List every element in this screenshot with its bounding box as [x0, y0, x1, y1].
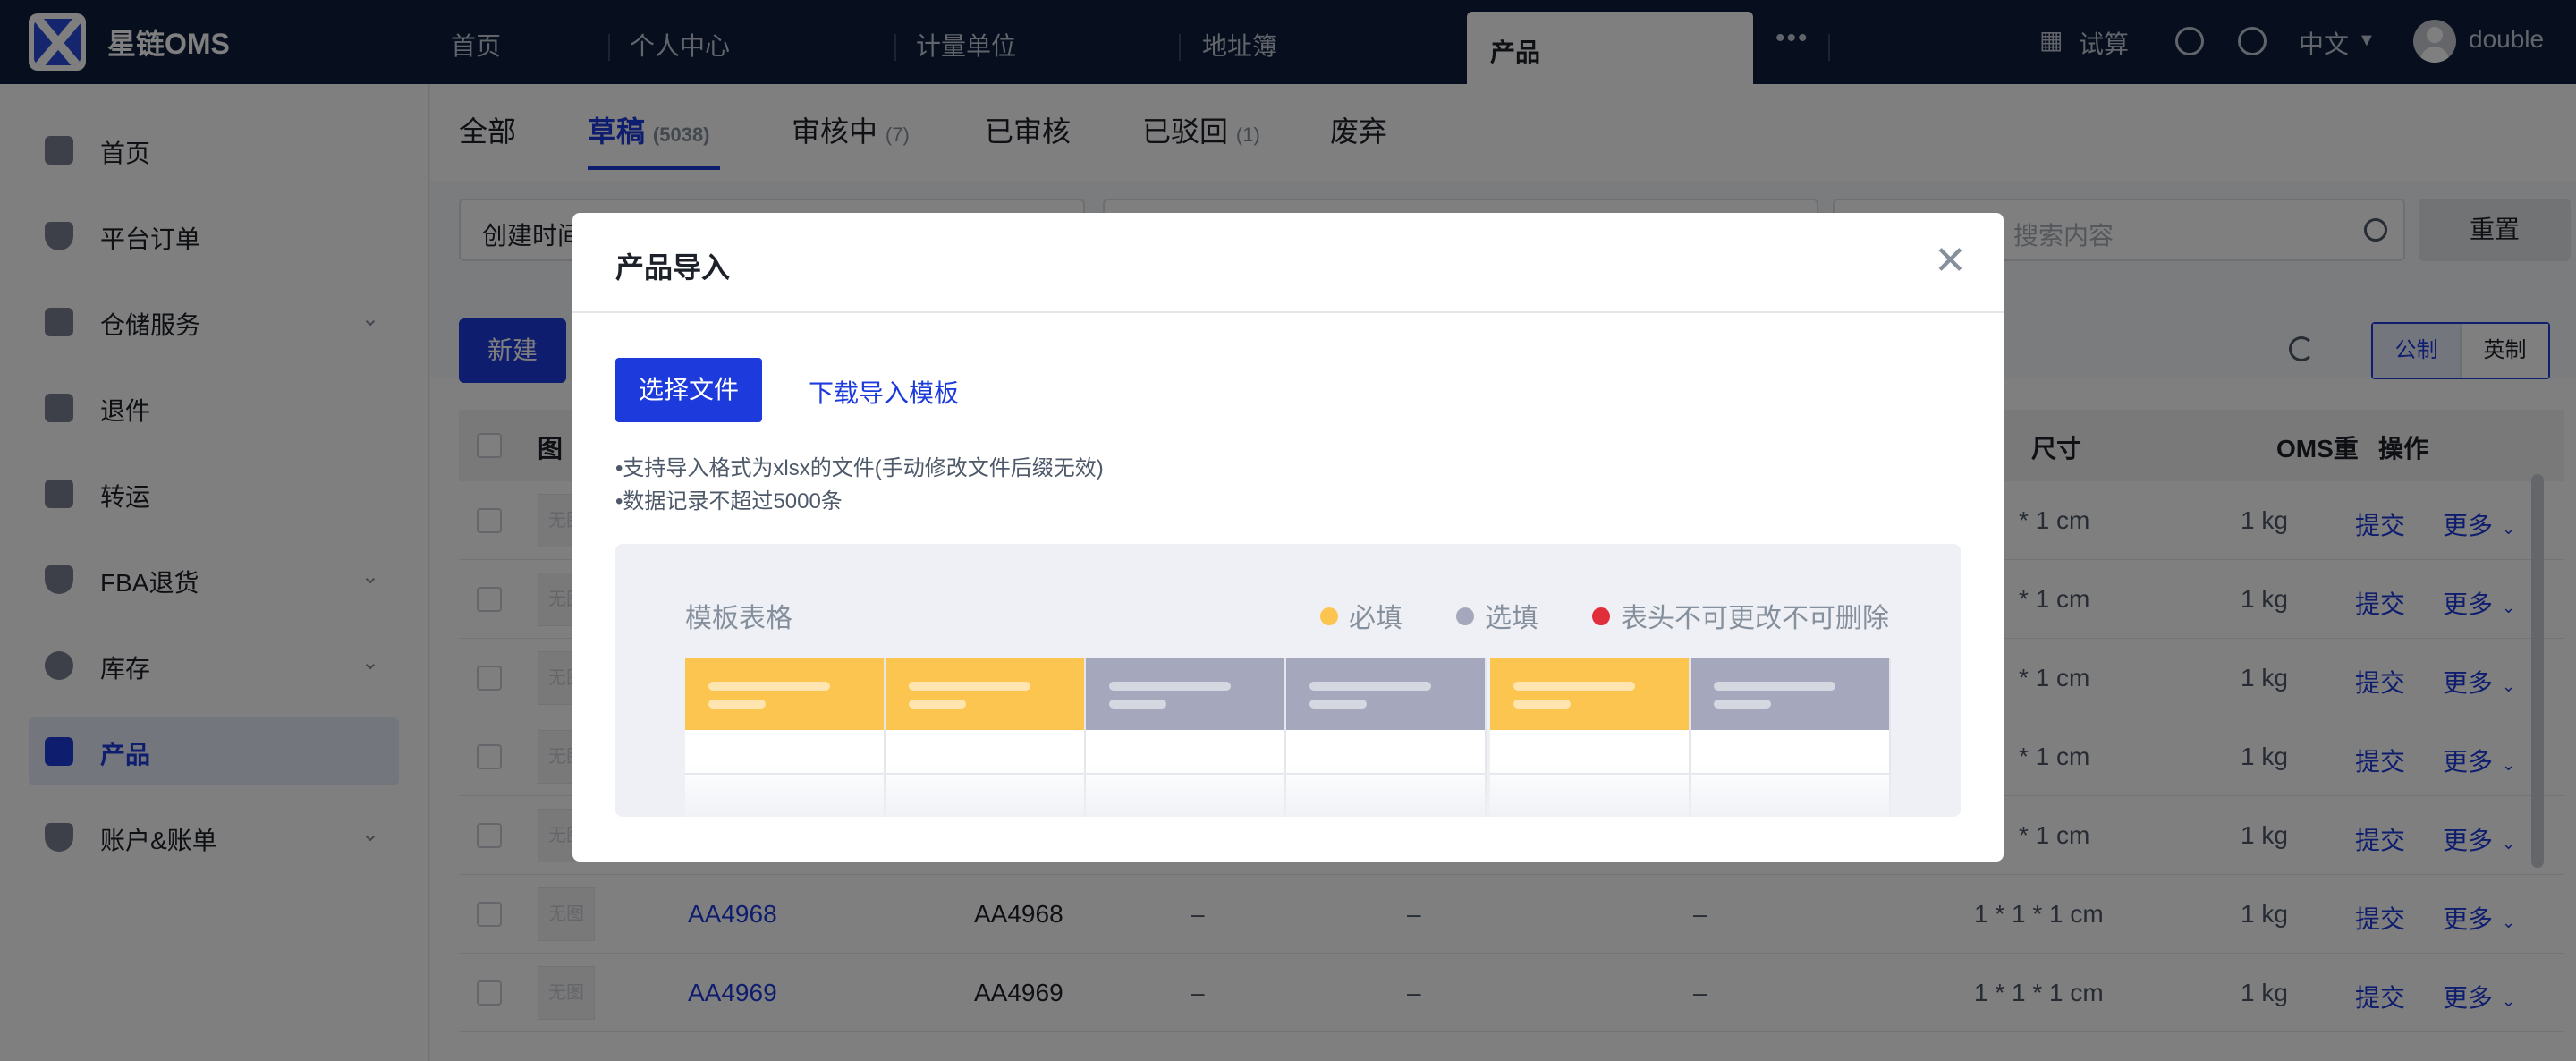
limit-note: •数据记录不超过5000条	[615, 489, 843, 514]
preview-fade	[615, 763, 1961, 817]
preview-title: 模板表格	[685, 604, 792, 633]
required-dot-icon	[1320, 607, 1338, 625]
close-icon[interactable]: ✕	[1934, 240, 1967, 283]
format-note: •支持导入格式为xlsx的文件(手动修改文件后缀无效)	[615, 456, 1104, 480]
locked-dot-icon	[1592, 607, 1610, 625]
legend-required: 必填	[1320, 596, 1402, 635]
dialog-header: 产品导入 ✕	[572, 213, 2004, 313]
product-import-dialog: 产品导入 ✕ 选择文件 下载导入模板 •支持导入格式为xlsx的文件(手动修改文…	[572, 213, 2004, 862]
template-preview: 模板表格 必填 选填 表头不可更改不可删除	[615, 544, 1961, 817]
legend-optional-label: 选填	[1485, 604, 1538, 633]
choose-file-button[interactable]: 选择文件	[615, 358, 762, 422]
download-template-link[interactable]: 下载导入模板	[809, 374, 959, 410]
legend-locked: 表头不可更改不可删除	[1592, 596, 1889, 635]
legend-required-label: 必填	[1349, 604, 1402, 633]
legend-optional: 选填	[1456, 596, 1538, 635]
optional-dot-icon	[1456, 607, 1474, 625]
legend-locked-label: 表头不可更改不可删除	[1621, 604, 1889, 633]
dialog-title: 产品导入	[615, 251, 731, 284]
